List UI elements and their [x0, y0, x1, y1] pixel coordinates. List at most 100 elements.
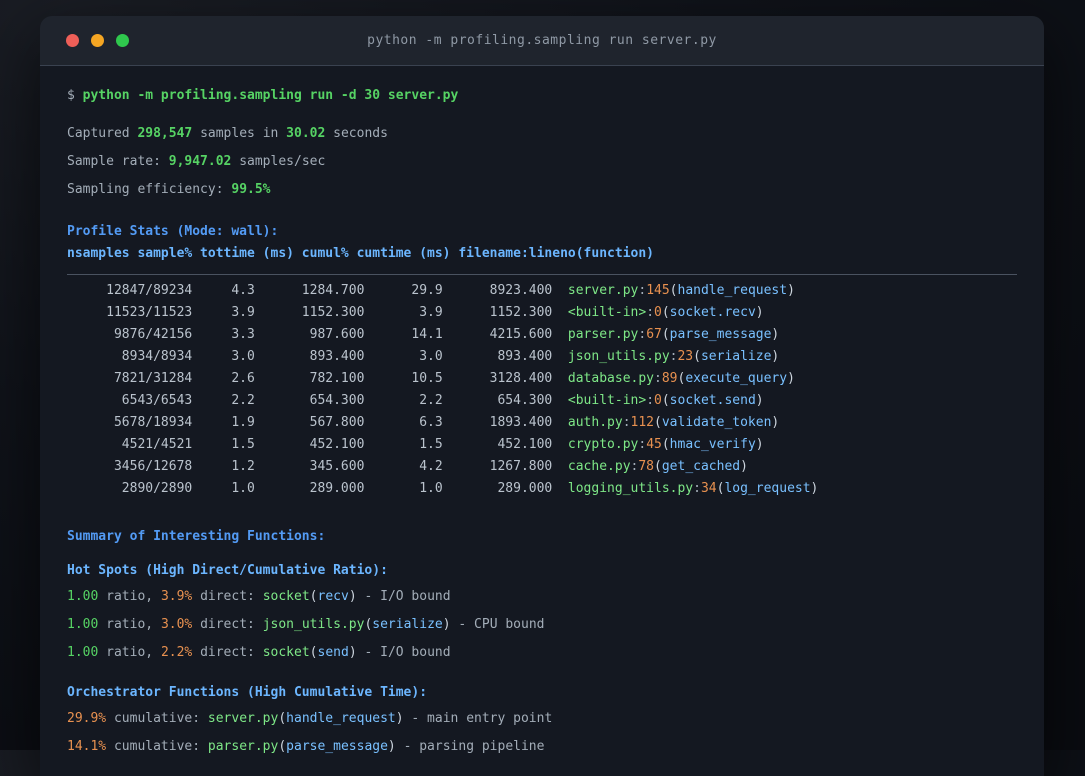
note-text: - CPU bound — [450, 617, 545, 632]
row-function: hmac_verify — [669, 437, 756, 452]
stat-segment: Captured — [67, 126, 138, 141]
stat-line: Sampling efficiency: 99.5% — [67, 179, 1017, 201]
table-divider — [67, 274, 1017, 275]
window-title: python -m profiling.sampling run server.… — [367, 33, 717, 48]
open-paren: ( — [278, 711, 287, 726]
module-name: parser.py — [207, 739, 279, 754]
stat-line: Captured 298,547 samples in 30.02 second… — [67, 123, 1017, 145]
note-text: - main entry point — [403, 711, 553, 726]
hotspot-line: 1.00 ratio, 3.9% direct: socket(recv) - … — [67, 586, 1017, 608]
row-filename: logging_utils.py — [567, 481, 694, 496]
row-close-paren: ) — [755, 305, 764, 320]
row-colon: : — [638, 437, 647, 452]
row-close-paren: ) — [787, 371, 795, 386]
row-lineno: 23 — [677, 349, 694, 364]
window-controls — [40, 34, 129, 47]
summary-heading: Summary of Interesting Functions: — [67, 529, 326, 544]
open-paren: ( — [278, 739, 287, 754]
row-metrics: 11523/11523 3.9 1152.300 3.9 1152.300 — [67, 305, 568, 320]
row-function: socket.recv — [669, 305, 756, 320]
row-colon: : — [646, 393, 655, 408]
row-open-paren: ( — [654, 459, 662, 474]
row-open-paren: ( — [661, 305, 670, 320]
row-filename: cache.py — [567, 459, 631, 474]
note-text: - I/O bound — [356, 645, 451, 660]
direct-label: direct: — [192, 617, 263, 632]
row-open-paren: ( — [693, 349, 701, 364]
ratio-value: 1.00 — [67, 617, 99, 632]
table-row: 3456/12678 1.2 345.600 4.2 1267.800 cach… — [67, 456, 1017, 478]
table-row: 6543/6543 2.2 654.300 2.2 654.300 <built… — [67, 390, 1017, 412]
capture-stats: Captured 298,547 samples in 30.02 second… — [67, 123, 1017, 201]
row-metrics: 4521/4521 1.5 452.100 1.5 452.100 — [67, 437, 568, 452]
command-line: $ python -m profiling.sampling run -d 30… — [67, 85, 1017, 107]
percent-value: 29.9% — [67, 711, 107, 726]
row-metrics: 3456/12678 1.2 345.600 4.2 1267.800 — [67, 459, 568, 474]
row-function: validate_token — [661, 415, 772, 430]
stat-segment: 298,547 — [137, 126, 193, 141]
row-colon: : — [638, 283, 647, 298]
direct-label: direct: — [192, 645, 263, 660]
table-row: 9876/42156 3.3 987.600 14.1 4215.600 par… — [67, 324, 1017, 346]
row-metrics: 2890/2890 1.0 289.000 1.0 289.000 — [67, 481, 568, 496]
percent-value: 14.1% — [67, 739, 107, 754]
row-metrics: 5678/18934 1.9 567.800 6.3 1893.400 — [67, 415, 568, 430]
hot-spots-heading: Hot Spots (High Direct/Cumulative Ratio)… — [67, 563, 388, 578]
row-metrics: 9876/42156 3.3 987.600 14.1 4215.600 — [67, 327, 568, 342]
command-text: python -m profiling.sampling run -d 30 s… — [82, 88, 459, 103]
table-row: 8934/8934 3.0 893.400 3.0 893.400 json_u… — [67, 346, 1017, 368]
function-name: handle_request — [286, 711, 396, 726]
titlebar: python -m profiling.sampling run server.… — [40, 16, 1044, 66]
row-colon: : — [654, 371, 662, 386]
hotspot-line: 1.00 ratio, 2.2% direct: socket(send) - … — [67, 642, 1017, 664]
stat-segment: samples/sec — [231, 154, 326, 169]
stat-segment: 99.5% — [231, 182, 271, 197]
table-row: 7821/31284 2.6 782.100 10.5 3128.400 dat… — [67, 368, 1017, 390]
row-lineno: 112 — [630, 415, 655, 430]
row-close-paren: ) — [771, 327, 780, 342]
row-filename: <built-in> — [567, 305, 647, 320]
stat-segment: 30.02 — [286, 126, 326, 141]
function-name: serialize — [372, 617, 443, 632]
row-close-paren: ) — [787, 283, 795, 298]
table-row: 12847/89234 4.3 1284.700 29.9 8923.400 s… — [67, 280, 1017, 302]
cumulative-label: cumulative: — [106, 739, 208, 754]
orchestrator-list: 29.9% cumulative: server.py(handle_reque… — [67, 708, 1017, 758]
maximize-button[interactable] — [116, 34, 129, 47]
stat-segment: Sampling efficiency: — [67, 182, 232, 197]
profile-stats-heading: Profile Stats (Mode: wall): — [67, 224, 279, 239]
row-colon: : — [693, 481, 701, 496]
row-filename: <built-in> — [567, 393, 647, 408]
ratio-label: ratio, — [98, 617, 161, 632]
close-paren: ) — [348, 589, 357, 604]
hotspot-line: 1.00 ratio, 3.0% direct: json_utils.py(s… — [67, 614, 1017, 636]
ratio-label: ratio, — [98, 589, 161, 604]
row-close-paren: ) — [755, 393, 764, 408]
orchestrator-line: 29.9% cumulative: server.py(handle_reque… — [67, 708, 1017, 730]
row-open-paren: ( — [669, 283, 678, 298]
close-button[interactable] — [66, 34, 79, 47]
module-name: socket — [262, 645, 310, 660]
close-paren: ) — [442, 617, 451, 632]
row-close-paren: ) — [740, 459, 748, 474]
close-paren: ) — [395, 711, 404, 726]
row-metrics: 12847/89234 4.3 1284.700 29.9 8923.400 — [67, 283, 568, 298]
row-function: log_request — [724, 481, 811, 496]
minimize-button[interactable] — [91, 34, 104, 47]
terminal-output[interactable]: $ python -m profiling.sampling run -d 30… — [40, 66, 1044, 776]
close-paren: ) — [387, 739, 396, 754]
row-colon: : — [638, 327, 647, 342]
ratio-value: 1.00 — [67, 645, 99, 660]
row-metrics: 6543/6543 2.2 654.300 2.2 654.300 — [67, 393, 568, 408]
stat-segment: seconds — [325, 126, 388, 141]
ratio-value: 1.00 — [67, 589, 99, 604]
function-name: recv — [317, 589, 349, 604]
row-lineno: 67 — [646, 327, 662, 342]
percent-value: 2.2% — [160, 645, 193, 660]
note-text: - parsing pipeline — [395, 739, 545, 754]
function-name: send — [317, 645, 349, 660]
row-close-paren: ) — [771, 349, 780, 364]
module-name: server.py — [207, 711, 279, 726]
orchestrator-line: 14.1% cumulative: parser.py(parse_messag… — [67, 736, 1017, 758]
row-close-paren: ) — [771, 415, 780, 430]
